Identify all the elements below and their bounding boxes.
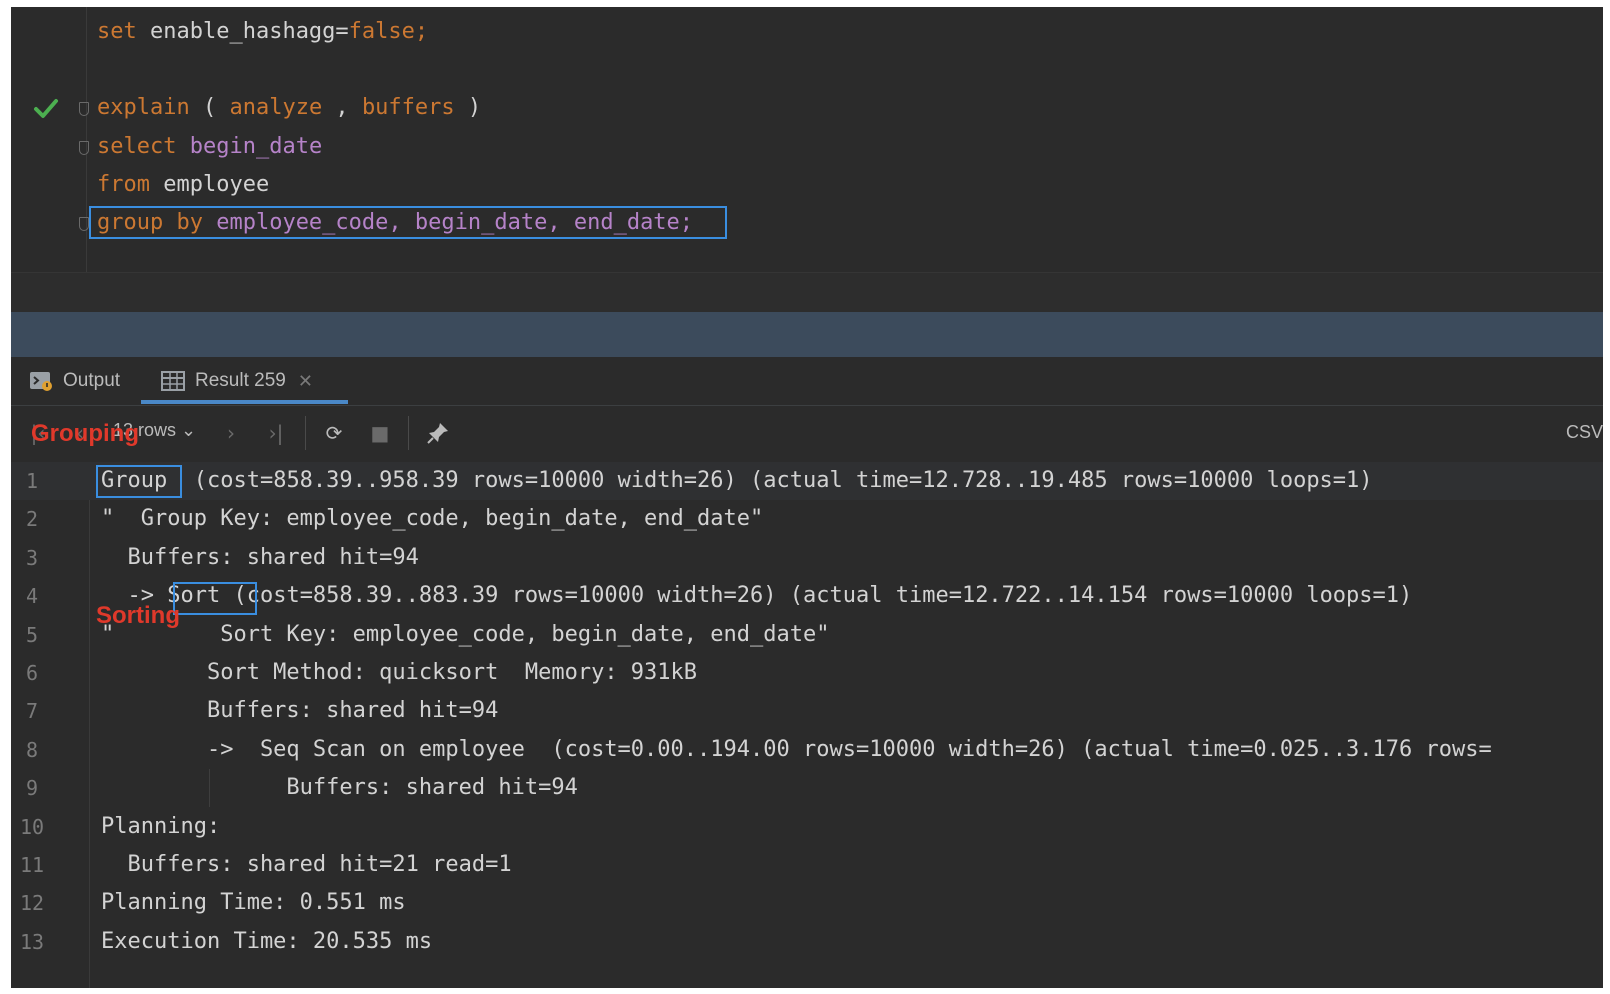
table-name: employee [149,172,270,197]
fold-marker-icon[interactable] [79,102,89,116]
export-format-button[interactable]: CSV [1566,422,1603,443]
annotation-grouping: Grouping [31,420,139,447]
editor-gutter [86,7,87,272]
query-plan-text: " Group Key: employee_code, begin_date, … [101,506,764,532]
stop-icon[interactable]: ■ [365,418,395,448]
query-plan-text: Execution Time: 20.535 ms [101,928,433,954]
row-number: 9 [25,776,39,801]
tab-result[interactable]: Result 259 ✕ [161,357,313,405]
code-line-4[interactable]: select begin_date [97,128,322,166]
query-plan-text: Group (cost=858.39..958.39 rows=10000 wi… [101,462,1373,500]
column-name: begin_date [189,134,323,159]
punct: ) [454,95,482,120]
group-by-highlight-box [89,206,727,239]
panel-splitter[interactable] [11,312,1603,357]
plan-node-stats: (cost=858.39..883.39 rows=10000 width=26… [220,583,1413,609]
tab-result-label: Result 259 [195,370,286,391]
table-row[interactable]: 9 Buffers: shared hit=94 [11,769,1603,808]
table-row[interactable]: 1 Group (cost=858.39..958.39 rows=10000 w… [11,462,1603,500]
row-number: 5 [25,622,39,647]
tab-output-label: Output [63,370,121,391]
sort-node-highlight-box [173,582,257,615]
row-number: 2 [25,507,39,532]
query-plan-text: Sort Method: quicksort Memory: 931kB [101,660,698,685]
console-icon [30,372,52,391]
refresh-icon[interactable]: ⟳ [319,418,349,448]
result-tabbar: Output Result 259 ✕ [11,357,1603,406]
row-number: 10 [19,814,45,839]
pin-icon[interactable] [423,418,453,448]
code-line-5[interactable]: from employee [97,166,269,204]
table-row[interactable]: 13 Execution Time: 20.535 ms [11,923,1603,961]
group-node-highlight-box [96,465,182,498]
table-row[interactable]: 7 Buffers: shared hit=94 [11,692,1603,730]
keyword-set: set [97,19,137,44]
query-plan-text: Planning Time: 0.551 ms [101,890,406,916]
ide-window: set enable_hashagg=false; explain ( anal… [11,7,1603,988]
option-buffers: buffers [361,95,455,120]
row-number: 11 [19,853,45,877]
setting-name: enable_hashagg= [136,19,349,44]
table-row[interactable]: 10 Planning: [11,808,1603,846]
query-plan-text: Planning: [101,813,221,839]
row-number: 4 [25,584,39,609]
table-row[interactable]: 5 " Sort Key: employee_code, begin_date, … [11,616,1603,654]
table-row[interactable]: 2 " Group Key: employee_code, begin_date,… [11,500,1603,538]
row-number: 12 [19,891,45,916]
query-plan-text: Buffers: shared hit=21 read=1 [101,852,512,877]
setting-value: false; [348,19,429,44]
query-plan-text: Buffers: shared hit=94 [101,544,419,570]
row-number: 6 [25,661,39,685]
query-plan-text: Buffers: shared hit=94 [101,775,578,801]
row-number: 3 [25,545,39,570]
table-row[interactable]: 3 Buffers: shared hit=94 [11,539,1603,577]
keyword-from: from [97,172,150,197]
table-row[interactable]: 12 Planning Time: 0.551 ms [11,884,1603,922]
annotation-sorting: Sorting [96,602,180,629]
row-number: 7 [25,699,39,724]
result-toolbar: |‹ ‹ 13 rows ⌄ › ›| ⟳ ■ CSV [11,406,1603,460]
code-line-1[interactable]: set enable_hashagg=false; [97,13,428,51]
last-page-icon[interactable]: ›| [261,418,291,448]
next-page-icon[interactable]: › [216,418,246,448]
keyword-select: select [97,134,177,159]
row-number: 8 [25,737,39,762]
query-plan-text: -> Sort (cost=858.39..883.39 rows=10000 … [101,577,1412,615]
fold-marker-icon[interactable] [79,217,89,231]
result-grid[interactable]: 1 Group (cost=858.39..958.39 rows=10000 w… [11,462,1603,988]
query-plan-text: Buffers: shared hit=94 [101,698,499,724]
table-icon [161,371,185,391]
active-tab-indicator [141,400,348,404]
toolbar-separator [408,416,409,450]
close-icon[interactable]: ✕ [298,371,313,392]
punct: , [322,95,362,120]
check-icon [34,99,58,118]
query-plan-text: " Sort Key: employee_code, begin_date, e… [101,621,830,647]
plan-node-stats: (cost=858.39..958.39 rows=10000 width=26… [167,468,1373,493]
fold-marker-icon[interactable] [79,141,89,155]
option-analyze: analyze [229,95,323,120]
tab-output[interactable]: Output [29,357,120,405]
table-row[interactable]: 8 -> Seq Scan on employee (cost=0.00..19… [11,731,1603,769]
query-plan-text: -> Seq Scan on employee (cost=0.00..194.… [101,736,1492,762]
chevron-down-icon: ⌄ [181,420,197,440]
row-number: 13 [19,929,45,954]
editor-footer [11,272,1603,313]
row-number: 1 [25,469,39,493]
sql-editor[interactable]: set enable_hashagg=false; explain ( anal… [11,7,1603,272]
code-line-3[interactable]: explain ( analyze , buffers ) [97,89,481,127]
punct: ( [189,95,230,120]
table-row[interactable]: 11 Buffers: shared hit=21 read=1 [11,846,1603,884]
keyword-explain: explain [97,95,190,120]
table-row[interactable]: 6 Sort Method: quicksort Memory: 931kB [11,654,1603,692]
toolbar-separator [305,416,306,450]
